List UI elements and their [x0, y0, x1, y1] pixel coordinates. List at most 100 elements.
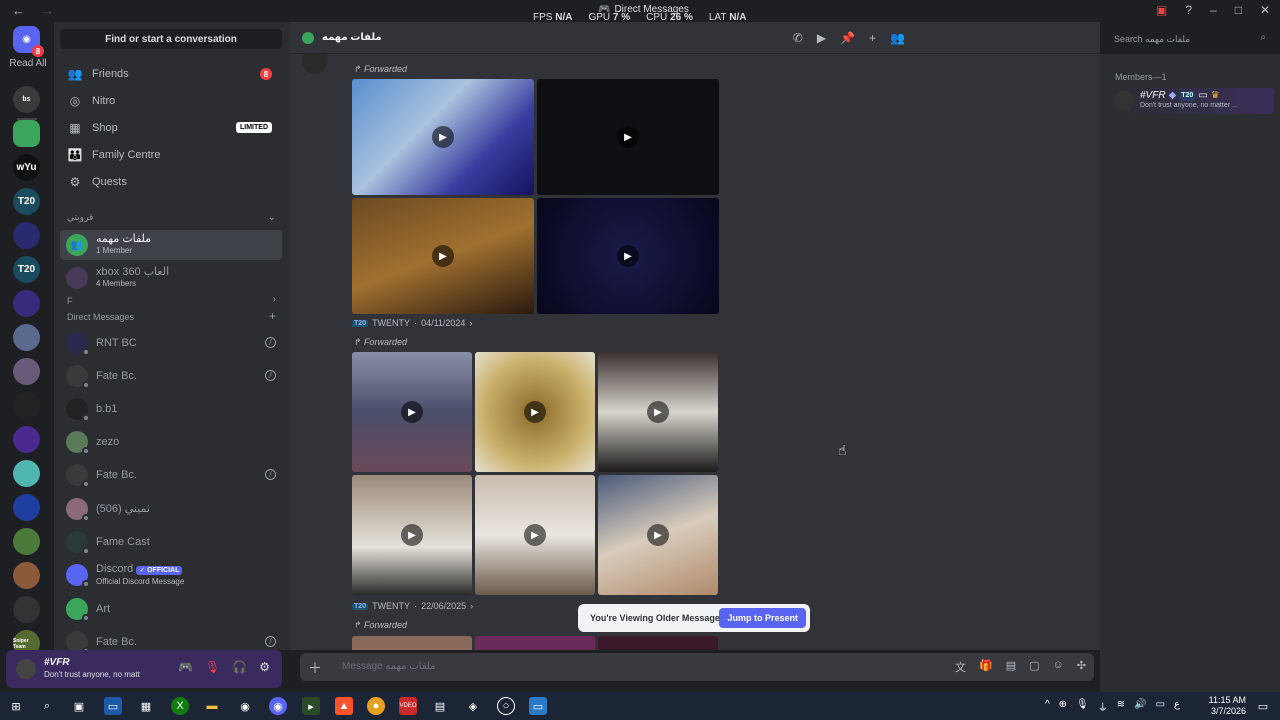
clock[interactable]: 11:15 AM 3/7/2026: [1209, 695, 1246, 717]
jump-to-present-button[interactable]: Jump to Present: [719, 608, 806, 628]
server-icon[interactable]: [13, 596, 40, 623]
translate-icon[interactable]: 文: [955, 659, 966, 675]
play-icon[interactable]: ▶: [524, 524, 546, 546]
home-button[interactable]: ◉ 8: [13, 26, 44, 57]
language-indicator[interactable]: ع: [1174, 699, 1180, 714]
app-icon[interactable]: ▭: [104, 697, 122, 715]
xbox-icon[interactable]: X: [171, 697, 189, 715]
server-icon[interactable]: [13, 426, 40, 453]
emoji-icon[interactable]: ☺: [1053, 659, 1064, 675]
volume-icon[interactable]: 🔊: [1134, 699, 1146, 714]
server-icon[interactable]: [13, 222, 40, 249]
dm-item[interactable]: b.b1: [60, 394, 282, 424]
dm-item[interactable]: (506) ثميني: [60, 494, 282, 524]
group-dm-item[interactable]: xbox 360 العاب 4 Members: [60, 263, 282, 293]
task-view-icon[interactable]: ▣: [70, 697, 88, 715]
close-dm-icon[interactable]: /: [265, 636, 276, 647]
dm-item[interactable]: Fame Cast: [60, 527, 282, 557]
gift-icon[interactable]: 🎁: [979, 659, 993, 675]
video-attachment[interactable]: ▶: [598, 475, 718, 595]
video-attachment[interactable]: ▶: [537, 198, 719, 314]
member-item[interactable]: #VFR ◆ T20 ▭ ♛ Don't trust anyone, no ma…: [1108, 88, 1274, 114]
notepad-icon[interactable]: ▤: [431, 697, 449, 715]
dm-item[interactable]: Fate Bc. /: [60, 460, 282, 490]
gif-icon[interactable]: ▤: [1006, 659, 1016, 675]
app-icon[interactable]: ▸: [302, 697, 320, 715]
server-icon[interactable]: T20: [13, 256, 40, 283]
video-attachment[interactable]: ▶: [598, 352, 718, 472]
chrome-icon[interactable]: ●: [367, 697, 385, 715]
battery-icon[interactable]: ▭: [1156, 699, 1165, 714]
close-dm-icon[interactable]: /: [265, 370, 276, 381]
inbox-icon[interactable]: ▣: [1156, 3, 1167, 17]
video-attachment[interactable]: [598, 636, 718, 650]
dm-item[interactable]: Art: [60, 594, 282, 624]
microphone-icon[interactable]: 🎙: [1076, 699, 1089, 714]
video-attachment[interactable]: ▶: [352, 475, 472, 595]
play-icon[interactable]: ▶: [401, 524, 423, 546]
member-list-icon[interactable]: 👥: [890, 31, 905, 45]
app-icon[interactable]: ▭: [529, 697, 547, 715]
close-dm-icon[interactable]: /: [265, 337, 276, 348]
server-icon[interactable]: [13, 494, 40, 521]
video-attachment[interactable]: ▶: [537, 79, 719, 195]
create-dm-icon[interactable]: +: [269, 309, 276, 323]
video-attachment[interactable]: ▶: [352, 79, 534, 195]
discord-taskbar-icon[interactable]: ◉: [269, 697, 287, 715]
steam-icon[interactable]: ◈: [464, 697, 482, 715]
server-icon[interactable]: [13, 120, 40, 147]
server-icon[interactable]: T20: [13, 188, 40, 215]
search-input[interactable]: Search ملفات مهمه ⌕: [1110, 30, 1270, 48]
chevron-down-icon[interactable]: ⌄: [268, 212, 276, 223]
apps-icon[interactable]: ✣: [1077, 659, 1086, 675]
app-icon[interactable]: ◉: [236, 697, 254, 715]
folder-label[interactable]: F: [67, 296, 73, 306]
mute-mic-icon[interactable]: 🎙: [205, 660, 220, 674]
add-attachment-icon[interactable]: ＋: [308, 658, 322, 678]
nav-item-nitro[interactable]: ◎ Nitro: [60, 89, 282, 113]
video-attachment[interactable]: [475, 636, 595, 650]
video-attachment[interactable]: ▶: [352, 198, 534, 314]
sticker-icon[interactable]: ▢: [1029, 659, 1039, 675]
maximize-icon[interactable]: □: [1235, 3, 1242, 17]
server-icon[interactable]: [13, 460, 40, 487]
notifications-icon[interactable]: ▭: [1254, 697, 1272, 715]
search-icon[interactable]: ⌕: [38, 697, 56, 715]
sender-name[interactable]: TWENTY: [372, 318, 410, 328]
play-icon[interactable]: ▶: [617, 126, 639, 148]
play-icon[interactable]: ▶: [617, 245, 639, 267]
close-icon[interactable]: ✕: [1260, 3, 1270, 17]
voice-call-icon[interactable]: ✆: [793, 31, 803, 45]
video-attachment[interactable]: ▶: [352, 352, 472, 472]
dm-item[interactable]: RNT BC /: [60, 328, 282, 358]
server-icon[interactable]: [13, 392, 40, 419]
chevron-up-icon[interactable]: ^: [1045, 699, 1050, 714]
nav-item-shop[interactable]: ▦ Shop LIMITED: [60, 116, 282, 140]
server-icon[interactable]: [13, 290, 40, 317]
chevron-right-icon[interactable]: ›: [469, 318, 472, 328]
app-icon[interactable]: ○: [497, 697, 515, 715]
brave-icon[interactable]: ▲: [335, 697, 353, 715]
forward-arrow-icon[interactable]: →: [41, 3, 54, 18]
file-explorer-icon[interactable]: ▬: [203, 697, 221, 715]
close-dm-icon[interactable]: /: [265, 469, 276, 480]
usb-icon[interactable]: ⏚: [1098, 699, 1108, 714]
play-icon[interactable]: ▶: [524, 401, 546, 423]
pin-icon[interactable]: 📌: [840, 31, 855, 45]
add-friends-icon[interactable]: +: [869, 31, 876, 45]
play-icon[interactable]: ▶: [432, 126, 454, 148]
play-icon[interactable]: ▶: [432, 245, 454, 267]
sender-name[interactable]: TWENTY: [372, 601, 410, 611]
minimize-icon[interactable]: –: [1210, 3, 1217, 17]
server-icon[interactable]: wYu: [13, 154, 40, 181]
settings-gear-icon[interactable]: ⚙: [259, 660, 270, 674]
server-icon[interactable]: bs: [13, 86, 40, 113]
wifi-icon[interactable]: ≋: [1117, 699, 1125, 714]
headset-icon[interactable]: 🎧: [232, 660, 247, 674]
help-icon[interactable]: ?: [1185, 3, 1192, 17]
app-icon[interactable]: VDEO: [399, 697, 417, 715]
server-icon[interactable]: [13, 358, 40, 385]
nav-item-quests[interactable]: ⚙ Quests: [60, 170, 282, 194]
play-icon[interactable]: ▶: [647, 524, 669, 546]
server-icon[interactable]: [13, 528, 40, 555]
